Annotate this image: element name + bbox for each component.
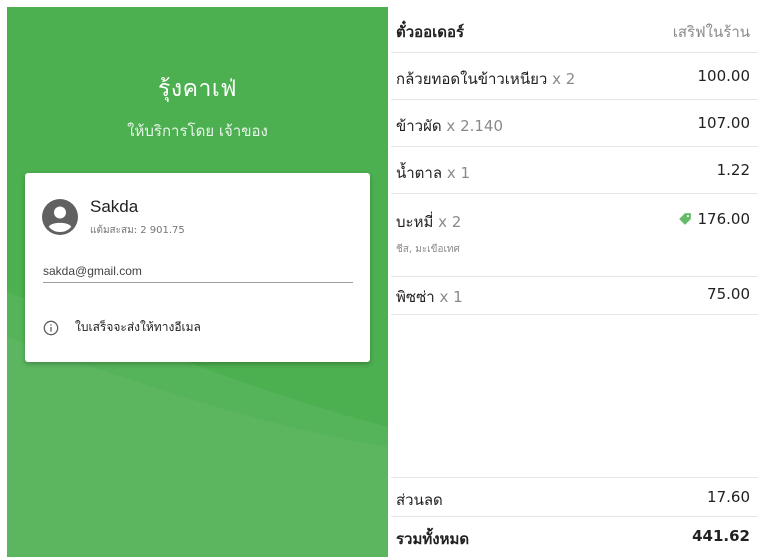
total-row: รวมทั้งหมด 441.62 <box>391 517 758 557</box>
discount-value: 17.60 <box>707 488 750 506</box>
order-header: ตั๋วออเดอร์ เสริฟในร้าน <box>391 7 758 53</box>
served-by-label: ให้บริการโดย เจ้าของ <box>127 122 268 140</box>
item-qty: x 1 <box>446 164 471 182</box>
shop-name: รุ้งคาเฟ่ <box>157 76 238 102</box>
item-price: 100.00 <box>697 67 751 85</box>
discount-row: ส่วนลด 17.60 <box>391 477 758 517</box>
customer-panel: รุ้งคาเฟ่ ให้บริการโดย เจ้าของ Sakda แต้… <box>7 7 388 557</box>
order-item[interactable]: น้ำตาล x 1 1.22 <box>391 147 758 194</box>
item-label: ข้าวผัด x 2.140 <box>396 114 503 138</box>
item-price: 1.22 <box>716 161 750 179</box>
discount-label: ส่วนลด <box>396 491 443 509</box>
account-circle-icon <box>42 199 78 235</box>
item-modifiers: ชีส, มะเขือเทศ <box>396 244 460 255</box>
customer-points: แต้มสะสม: 2 901.75 <box>90 225 185 236</box>
total-label: รวมทั้งหมด <box>396 530 470 548</box>
item-name: ข้าวผัด <box>396 117 442 135</box>
item-price: 176.00 <box>697 210 751 228</box>
item-price: 107.00 <box>697 114 751 132</box>
order-panel: ตั๋วออเดอร์ เสริฟในร้าน กล้วยทอดในข้าวเห… <box>391 7 758 557</box>
info-icon <box>43 320 59 335</box>
item-name: บะหมี่ <box>396 213 434 231</box>
order-item[interactable]: กล้วยทอดในข้าวเหนียว x 2 100.00 <box>391 53 758 100</box>
item-label: บะหมี่ x 2 <box>396 210 461 234</box>
customer-name: Sakda <box>90 197 139 216</box>
receipt-note: ใบเสร็จจะส่งให้ทางอีเมล <box>75 320 201 334</box>
customer-card[interactable]: Sakda แต้มสะสม: 2 901.75 ใบเสร็จจะส่งให้… <box>25 173 370 362</box>
item-label: น้ำตาล x 1 <box>396 161 470 185</box>
total-value: 441.62 <box>692 527 750 545</box>
order-item[interactable]: บะหมี่ x 2 ชีส, มะเขือเทศ 176.00 <box>391 194 758 277</box>
item-price: 75.00 <box>707 285 750 303</box>
ticket-label: ตั๋วออเดอร์ <box>396 23 465 41</box>
item-name: น้ำตาล <box>396 164 443 182</box>
order-item[interactable]: พิซซ่า x 1 75.00 <box>391 277 758 315</box>
dine-type[interactable]: เสริฟในร้าน <box>673 20 750 44</box>
item-label: กล้วยทอดในข้าวเหนียว x 2 <box>396 67 575 91</box>
item-qty: x 2 <box>552 70 576 88</box>
item-label: พิซซ่า x 1 <box>396 285 463 309</box>
discount-tag-icon <box>678 213 691 225</box>
receipt-info-row: ใบเสร็จจะส่งให้ทางอีเมล <box>43 318 201 337</box>
order-item[interactable]: ข้าวผัด x 2.140 107.00 <box>391 100 758 147</box>
item-name: กล้วยทอดในข้าวเหนียว <box>396 70 548 88</box>
email-field[interactable] <box>43 259 353 283</box>
item-qty: x 1 <box>439 288 463 306</box>
item-price-wrap: 176.00 <box>678 210 751 228</box>
item-name: พิซซ่า <box>396 288 435 306</box>
item-qty: x 2.140 <box>446 117 504 135</box>
item-qty: x 2 <box>438 213 462 231</box>
